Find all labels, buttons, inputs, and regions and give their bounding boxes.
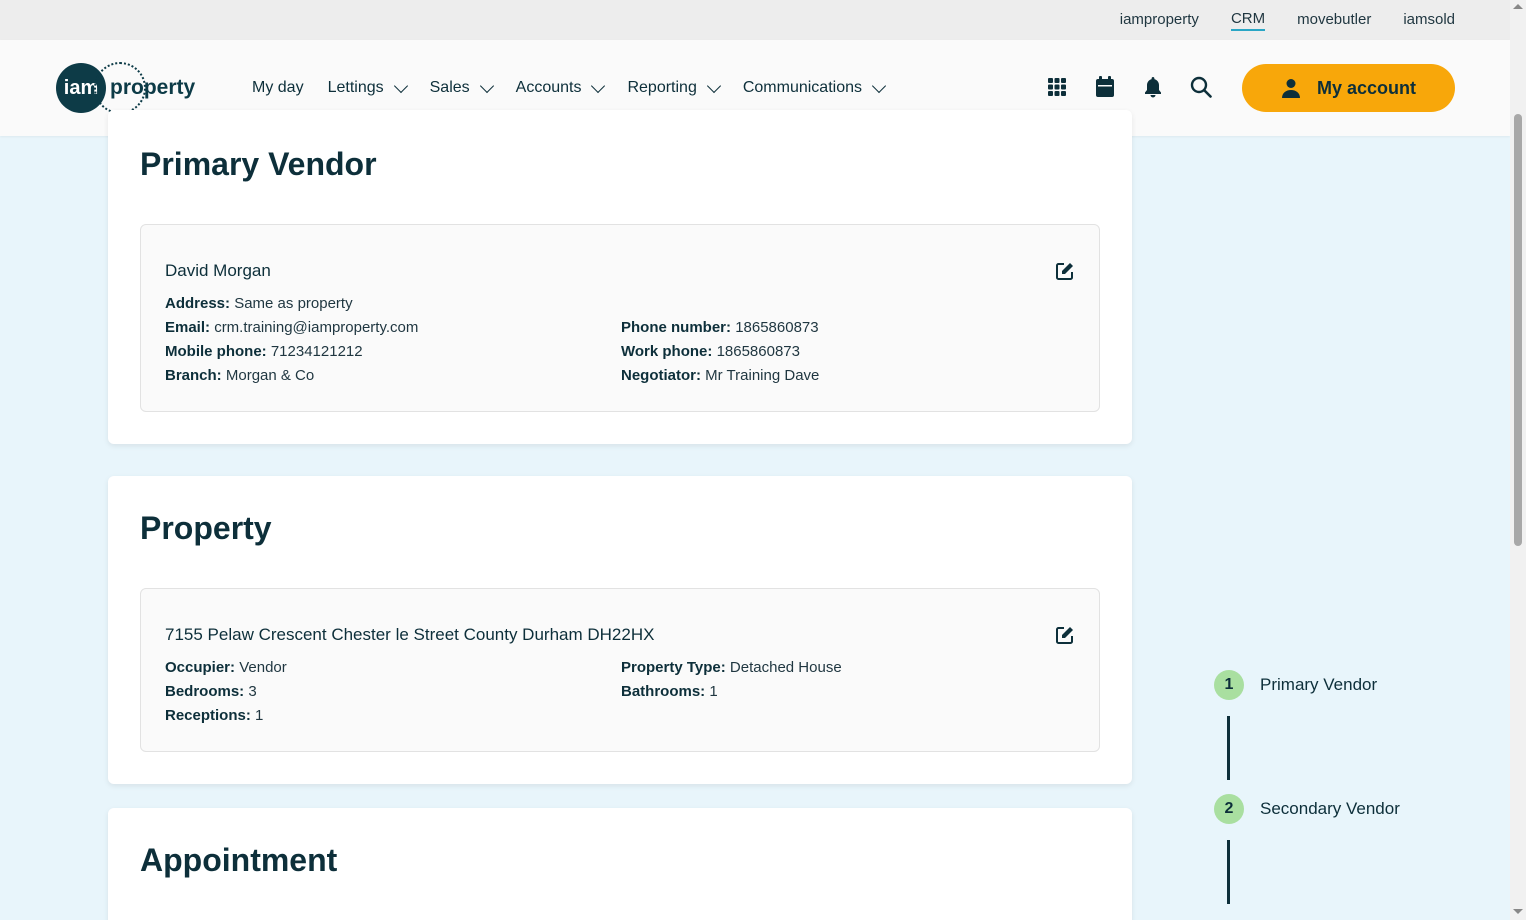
mobile-label: Mobile phone: [165, 343, 267, 360]
edit-icon[interactable] [1055, 261, 1075, 281]
nav-communications-label: Communications [742, 79, 862, 96]
mobile-value: 71234121212 [270, 343, 363, 360]
phone-label: Phone number: [621, 319, 732, 336]
property-occupier: Occupier: Vendor [165, 659, 287, 676]
branch-value: Morgan & Co [225, 367, 315, 384]
product-switcher: iamproperty CRM movebutler iamsold [1120, 0, 1455, 40]
scroll-thumb[interactable] [1514, 114, 1522, 546]
nav-sales[interactable]: Sales [429, 78, 494, 97]
address-label: Address: [165, 295, 231, 312]
logo[interactable]: iam property [56, 62, 196, 114]
top-strip: iamproperty CRM movebutler iamsold [0, 0, 1510, 40]
edit-icon[interactable] [1055, 625, 1075, 645]
step-label: Primary Vendor [1260, 675, 1378, 694]
vendor-phone: Phone number: 1865860873 [621, 319, 819, 336]
property-receptions: Receptions: 1 [165, 707, 263, 724]
bedrooms-label: Bedrooms: [165, 683, 245, 700]
my-account-label: My account [1316, 77, 1417, 98]
property-bathrooms: Bathrooms: 1 [621, 683, 718, 700]
occupier-label: Occupier: [165, 659, 236, 676]
chevron-down-icon [591, 78, 606, 93]
email-value: crm.training@iamproperty.com [214, 319, 419, 336]
vendor-email: Email: crm.training@iamproperty.com [165, 319, 418, 336]
address-value: Same as property [234, 295, 353, 312]
appointment-card: Appointment [108, 808, 1132, 920]
bedrooms-value: 3 [248, 683, 257, 700]
top-link-iamsold[interactable]: iamsold [1403, 11, 1455, 30]
scroll-up-arrow-icon[interactable] [1513, 4, 1523, 9]
property-type-label: Property Type: [621, 659, 726, 676]
primary-vendor-details: David Morgan Address: Same as property E… [140, 224, 1100, 412]
logo-text: property [110, 76, 196, 99]
step-connector [1227, 840, 1230, 904]
work-phone-label: Work phone: [621, 343, 713, 360]
email-label: Email: [165, 319, 211, 336]
primary-vendor-heading: Primary Vendor [140, 146, 377, 182]
scroll-down-arrow-icon[interactable] [1513, 909, 1523, 914]
vendor-address: Address: Same as property [165, 295, 353, 312]
step-primary-vendor[interactable]: 1 Primary Vendor [1214, 670, 1377, 700]
nav-accounts-label: Accounts [515, 79, 582, 96]
property-heading: Property [140, 510, 272, 546]
property-card: Property 7155 Pelaw Crescent Chester le … [108, 476, 1132, 784]
nav-communications[interactable]: Communications [742, 78, 887, 97]
work-phone-value: 1865860873 [716, 343, 800, 360]
property-type: Property Type: Detached House [621, 659, 842, 676]
step-label: Secondary Vendor [1260, 799, 1400, 818]
top-link-movebutler[interactable]: movebutler [1297, 11, 1371, 30]
nav-reporting-label: Reporting [627, 79, 697, 96]
vendor-branch: Branch: Morgan & Co [165, 367, 314, 384]
user-icon [1281, 79, 1300, 98]
nav-my-day[interactable]: My day [252, 79, 304, 97]
step-number: 1 [1214, 670, 1244, 700]
negotiator-value: Mr Training Dave [705, 367, 820, 384]
vendor-name: David Morgan [165, 261, 271, 280]
header-icons [1046, 76, 1212, 98]
page-scrollbar[interactable] [1510, 0, 1526, 920]
negotiator-label: Negotiator: [621, 367, 701, 384]
my-account-button[interactable]: My account [1242, 64, 1455, 112]
branch-label: Branch: [165, 367, 222, 384]
search-icon[interactable] [1190, 76, 1212, 98]
chevron-down-icon [706, 78, 721, 93]
top-link-iamproperty[interactable]: iamproperty [1120, 11, 1199, 30]
bathrooms-value: 1 [709, 683, 718, 700]
chevron-down-icon [871, 78, 887, 93]
nav-my-day-label: My day [252, 79, 304, 96]
chevron-down-icon [479, 78, 494, 93]
nav-lettings[interactable]: Lettings [327, 78, 408, 97]
nav-reporting[interactable]: Reporting [627, 78, 721, 97]
step-connector [1227, 716, 1230, 780]
vendor-mobile: Mobile phone: 71234121212 [165, 343, 363, 360]
top-link-crm[interactable]: CRM [1230, 10, 1266, 31]
vendor-work-phone: Work phone: 1865860873 [621, 343, 800, 360]
calendar-icon[interactable] [1094, 76, 1116, 98]
primary-vendor-card: Primary Vendor David Morgan Address: Sam… [108, 110, 1132, 444]
chevron-down-icon [393, 78, 408, 93]
vendor-negotiator: Negotiator: Mr Training Dave [621, 367, 819, 384]
nav-accounts[interactable]: Accounts [515, 78, 606, 97]
property-address: 7155 Pelaw Crescent Chester le Street Co… [165, 625, 655, 644]
appointment-heading: Appointment [140, 842, 338, 878]
receptions-value: 1 [255, 707, 264, 724]
property-details: 7155 Pelaw Crescent Chester le Street Co… [140, 588, 1100, 752]
step-number: 2 [1214, 794, 1244, 824]
receptions-label: Receptions: [165, 707, 251, 724]
property-type-value: Detached House [729, 659, 842, 676]
nav-lettings-label: Lettings [327, 79, 384, 96]
property-bedrooms: Bedrooms: 3 [165, 683, 257, 700]
nav-sales-label: Sales [429, 79, 470, 96]
bell-icon[interactable] [1142, 76, 1164, 98]
occupier-value: Vendor [239, 659, 287, 676]
phone-value: 1865860873 [735, 319, 819, 336]
apps-grid-icon[interactable] [1046, 76, 1068, 98]
step-secondary-vendor[interactable]: 2 Secondary Vendor [1214, 794, 1400, 824]
bathrooms-label: Bathrooms: [621, 683, 706, 700]
